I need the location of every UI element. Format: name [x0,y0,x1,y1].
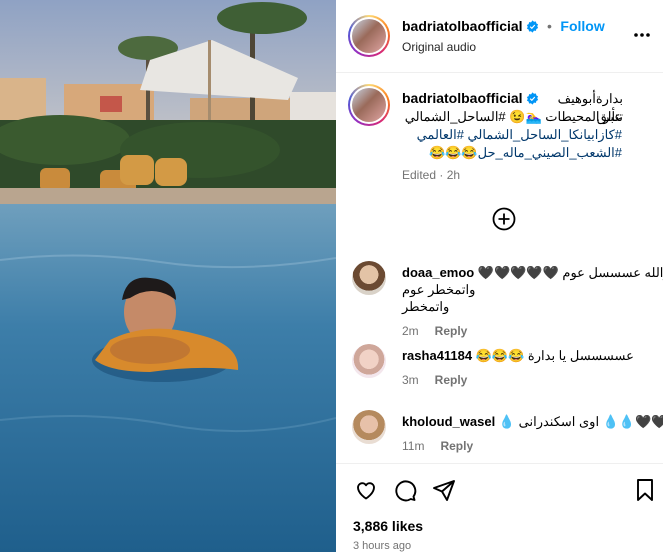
comment-reply-button[interactable]: Reply [435,324,468,338]
caption-avatar-image [352,88,386,122]
comment-text-line-2: واتمخطر عوم واتمخطر [402,282,476,314]
comment-time: 11m [402,439,425,453]
comment-time: 3m [402,373,419,387]
more-options-icon[interactable] [633,26,651,44]
share-icon[interactable] [432,478,456,502]
comment-username[interactable]: kholoud_wasel [402,414,495,429]
comment-reply-button[interactable]: Reply [440,439,473,453]
comment-reply-button[interactable]: Reply [435,373,468,387]
caption-line-2: عبر المحيطات 🏊‍♀️😉 #الساحل_الشمالي [404,109,622,124]
comment-time: 2m [402,324,419,338]
separator-dot: • [547,18,552,34]
comment-item: kholoud_wasel 🖤🖤💧💧 اوی اسکندرانی 💧 11m Re… [402,413,663,453]
post-video[interactable] [0,0,336,552]
caption-avatar[interactable] [348,84,390,126]
comment-icon[interactable] [393,478,417,502]
comment-item: doaa_emoo والله عسسسل عوم 🖤🖤🖤🖤🖤 واتمخطر … [402,264,663,338]
caption-hashtags-line-3[interactable]: #كازابيانكا_الساحل_الشمالي #العالمي [402,126,622,144]
comment-text-line-1: والله عسسسل عوم 🖤🖤🖤🖤🖤 [477,265,663,280]
caption-hashtags-line-4[interactable]: #الشعب_الصيني_ماله_حل😂😂😂 [402,144,622,162]
verified-badge-icon [526,20,538,33]
audio-label[interactable]: Original audio [402,40,476,54]
comment-username[interactable]: rasha41184 [402,348,472,363]
load-more-comments-icon[interactable] [492,207,516,231]
author-username[interactable]: badriatolbaofficial [402,18,523,34]
author-avatar[interactable] [348,15,390,57]
caption-verified-badge-icon [526,92,538,105]
bookmark-icon[interactable] [634,478,656,502]
header-divider [336,72,663,73]
author-avatar-image [352,19,386,53]
heart-icon[interactable] [354,478,378,502]
caption-edited-time: Edited · 2h [402,168,461,182]
pool-scene-image [0,0,336,552]
comment-username[interactable]: doaa_emoo [402,265,474,280]
actions-divider [336,463,663,464]
comment-text-line-1: عسسسسل يا بدارة 😂😂😂 [475,348,634,363]
caption-username[interactable]: badriatolbaofficial [402,90,523,106]
comment-item: rasha41184 عسسسسل يا بدارة 😂😂😂 3m Reply [402,347,650,387]
comment-avatar[interactable] [352,410,386,444]
comment-avatar[interactable] [352,261,386,295]
likes-count[interactable]: 3,886 likes [353,518,423,534]
comment-avatar[interactable] [352,344,386,378]
post-timestamp: 3 hours ago [353,540,412,552]
comment-text-line-1: 🖤🖤💧💧 اوی اسکندرانی 💧 [498,414,663,429]
follow-button[interactable]: Follow [560,18,604,34]
